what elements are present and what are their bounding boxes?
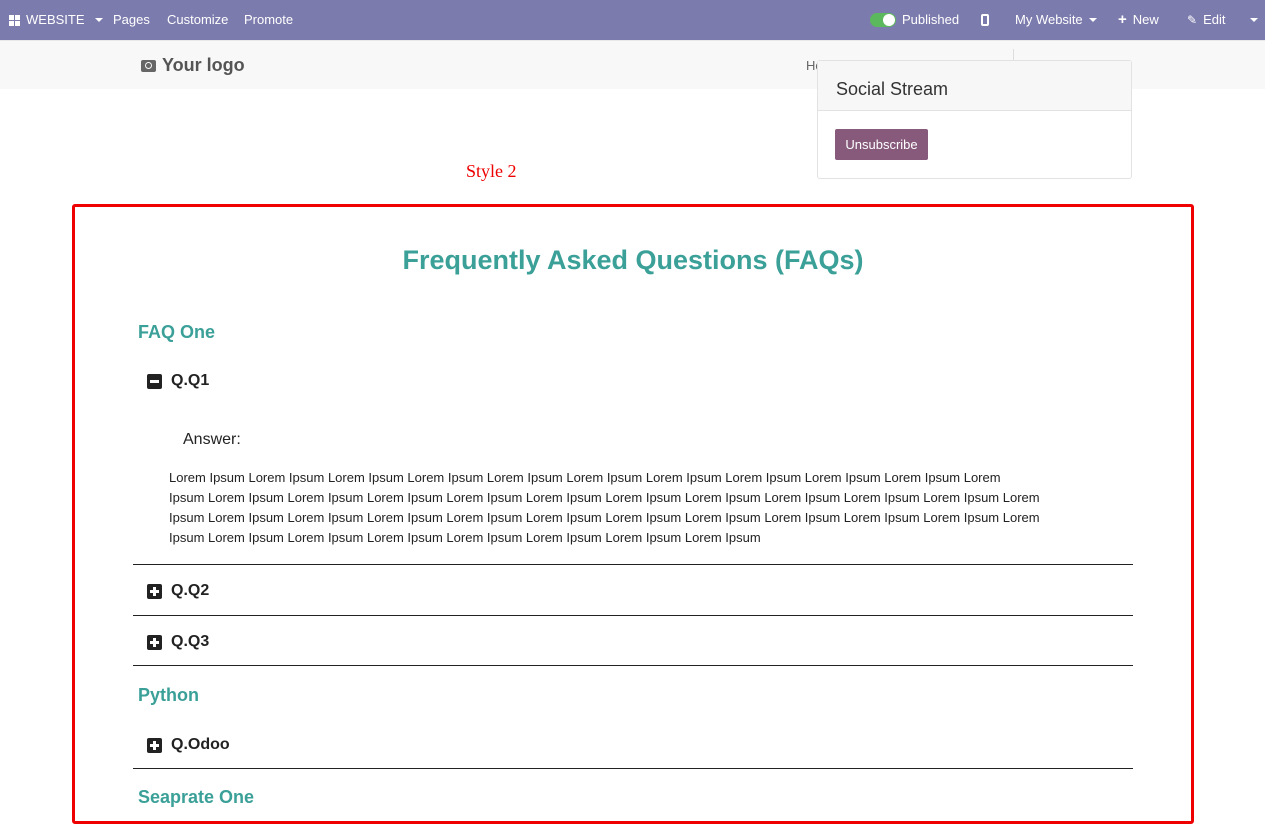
faq-section: Frequently Asked Questions (FAQs) FAQ On… — [72, 204, 1194, 824]
edit-dropdown-toggle[interactable] — [1250, 0, 1258, 40]
edit-label: Edit — [1203, 12, 1226, 27]
header-overlay — [0, 40, 1265, 89]
plus-square-icon — [147, 583, 162, 599]
edit-button[interactable]: ✎ Edit — [1187, 0, 1225, 40]
my-website-label: My Website — [1015, 12, 1083, 27]
faq-group-title: Seaprate One — [138, 787, 255, 807]
answer-line: Ipsum Lorem Ipsum Lorem Ipsum Lorem Ipsu… — [169, 510, 1040, 525]
website-menu[interactable]: WEBSITE — [9, 0, 103, 40]
answer-line: Ipsum Lorem Ipsum Lorem Ipsum Lorem Ipsu… — [169, 530, 761, 545]
pages-menu[interactable]: Pages — [113, 0, 150, 40]
faq-title: Frequently Asked Questions (FAQs) — [402, 245, 864, 275]
minus-square-icon — [147, 373, 162, 389]
faq-question-odoo[interactable]: Q.Odoo — [147, 736, 230, 754]
style-label: Style 2 — [466, 161, 517, 181]
chevron-down-icon — [1088, 18, 1097, 22]
question-label: Q.Q2 — [171, 582, 210, 599]
published-label: Published — [902, 12, 960, 27]
faq-group-title: Python — [138, 685, 199, 705]
question-label: Q.Q3 — [171, 633, 210, 650]
chevron-down-icon — [1250, 18, 1258, 22]
plus-square-icon — [147, 634, 162, 650]
question-label: Q.Q1 — [171, 372, 210, 389]
answer-line: Ipsum Lorem Ipsum Lorem Ipsum Lorem Ipsu… — [169, 490, 1040, 505]
my-website-menu[interactable]: My Website — [1015, 0, 1097, 40]
new-button[interactable]: + New — [1118, 0, 1159, 40]
divider — [133, 615, 1133, 616]
plus-icon: + — [1118, 11, 1127, 28]
published-toggle[interactable]: Published — [870, 0, 959, 40]
toggle-switch-icon — [870, 13, 896, 27]
divider — [133, 665, 1133, 666]
answer-line: Lorem Ipsum Lorem Ipsum Lorem Ipsum Lore… — [169, 470, 1001, 485]
answer-text: Lorem Ipsum Lorem Ipsum Lorem Ipsum Lore… — [169, 468, 1084, 548]
website-menu-label: WEBSITE — [26, 12, 85, 27]
mobile-preview-button[interactable] — [981, 0, 989, 40]
chevron-down-icon — [94, 18, 103, 22]
pencil-icon: ✎ — [1187, 13, 1198, 27]
new-label: New — [1132, 12, 1159, 27]
unsubscribe-button[interactable]: Unsubscribe — [835, 129, 928, 160]
answer-label: Answer: — [183, 431, 241, 448]
divider — [133, 564, 1133, 565]
promote-menu[interactable]: Promote — [244, 0, 293, 40]
apps-grid-icon — [9, 14, 20, 26]
question-label: Q.Odoo — [171, 736, 230, 753]
faq-question-q3[interactable]: Q.Q3 — [147, 633, 209, 651]
divider — [133, 768, 1133, 769]
faq-question-q1[interactable]: Q.Q1 — [147, 372, 209, 390]
mobile-icon — [981, 14, 989, 26]
faq-question-q2[interactable]: Q.Q2 — [147, 582, 209, 600]
admin-topbar: WEBSITE Pages Customize Promote Publishe… — [0, 0, 1265, 40]
plus-square-icon — [147, 737, 162, 753]
customize-menu[interactable]: Customize — [167, 0, 228, 40]
faq-group-title: FAQ One — [138, 322, 216, 342]
